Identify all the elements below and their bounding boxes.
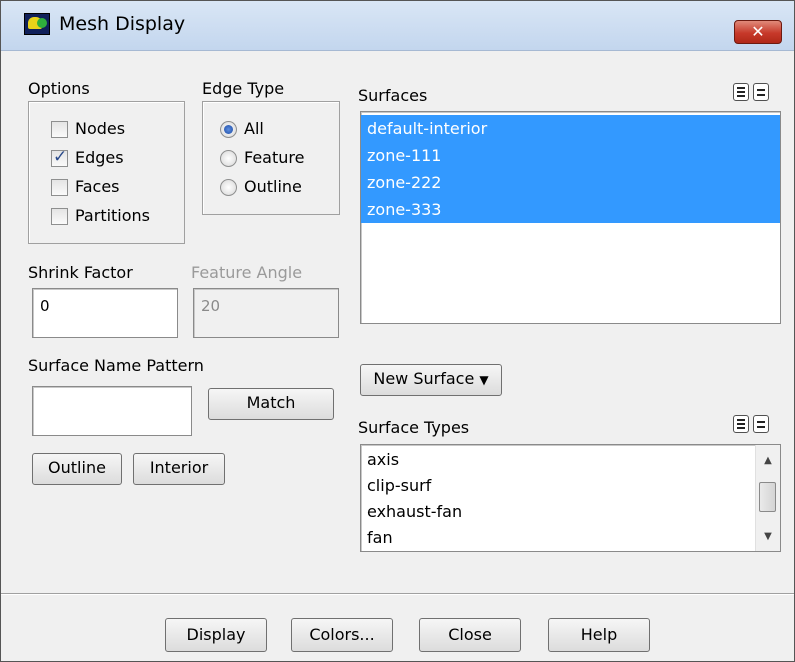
nodes-label: Nodes <box>75 119 126 138</box>
bottom-separator <box>1 593 794 595</box>
surfaces-label: Surfaces <box>358 86 428 105</box>
surface-item-zone-333[interactable]: zone-333 <box>361 196 780 223</box>
deselect-all-icon[interactable] <box>753 415 769 433</box>
dropdown-arrow-icon: ▼ <box>479 373 489 387</box>
match-button[interactable]: Match <box>208 388 334 420</box>
outline-label: Outline <box>244 177 302 196</box>
feature-angle-label: Feature Angle <box>191 263 303 282</box>
surface-types-scrollbar[interactable]: ▲ ▼ <box>755 445 780 551</box>
outline-button[interactable]: Outline <box>32 453 122 485</box>
surface-item-zone-111[interactable]: zone-111 <box>361 142 780 169</box>
deselect-all-icon[interactable] <box>753 83 769 101</box>
edge-type-group: All Feature Outline <box>202 101 340 215</box>
surface-type-exhaust-fan[interactable]: exhaust-fan <box>361 499 751 525</box>
select-all-icon[interactable] <box>733 83 749 101</box>
edges-checkbox[interactable] <box>51 147 68 167</box>
scroll-up-arrow-icon[interactable]: ▲ <box>756 449 780 473</box>
feature-label: Feature <box>244 148 305 167</box>
surface-item-default-interior[interactable]: default-interior <box>361 115 780 142</box>
surface-name-pattern-input[interactable] <box>32 386 192 436</box>
faces-label: Faces <box>75 177 120 196</box>
scroll-down-arrow-icon[interactable]: ▼ <box>756 525 780 549</box>
new-surface-label: New Surface <box>373 369 475 388</box>
interior-button[interactable]: Interior <box>133 453 225 485</box>
options-group: Nodes Edges Faces Partitions <box>28 101 185 244</box>
options-label: Options <box>28 79 90 98</box>
display-button[interactable]: Display <box>165 618 267 652</box>
surfaces-list[interactable]: default-interior zone-111 zone-222 zone-… <box>360 111 781 324</box>
shrink-factor-label: Shrink Factor <box>28 263 133 282</box>
feature-radio[interactable] <box>220 150 237 167</box>
outline-radio[interactable] <box>220 179 237 196</box>
partitions-checkbox[interactable] <box>51 208 68 225</box>
select-all-icon[interactable] <box>733 415 749 433</box>
title-bar[interactable]: Mesh Display ✕ <box>1 1 794 51</box>
edge-type-label: Edge Type <box>202 79 285 98</box>
close-button[interactable]: Close <box>419 618 521 652</box>
edges-label: Edges <box>75 148 124 167</box>
surface-types-label: Surface Types <box>358 418 470 437</box>
shrink-factor-input[interactable]: 0 <box>32 288 178 338</box>
window-title: Mesh Display <box>59 13 186 35</box>
all-radio[interactable] <box>220 121 237 138</box>
surface-name-pattern-label: Surface Name Pattern <box>28 356 204 375</box>
feature-angle-input[interactable]: 20 <box>193 288 339 338</box>
surface-item-zone-222[interactable]: zone-222 <box>361 169 780 196</box>
all-label: All <box>244 119 264 138</box>
faces-checkbox[interactable] <box>51 179 68 196</box>
partitions-label: Partitions <box>75 206 151 225</box>
nodes-checkbox[interactable] <box>51 121 68 138</box>
scroll-thumb[interactable] <box>759 482 776 512</box>
surface-types-list[interactable]: axis clip-surf exhaust-fan fan ▲ ▼ <box>360 444 781 552</box>
surface-type-axis[interactable]: axis <box>361 447 751 473</box>
help-button[interactable]: Help <box>548 618 650 652</box>
fluent-app-icon <box>24 13 50 35</box>
mesh-display-dialog: Mesh Display ✕ Options Nodes Edges Faces… <box>0 0 795 662</box>
window-close-button[interactable]: ✕ <box>734 20 782 44</box>
surface-type-fan[interactable]: fan <box>361 525 751 551</box>
new-surface-dropdown[interactable]: New Surface ▼ <box>360 364 502 396</box>
colors-button[interactable]: Colors... <box>291 618 393 652</box>
surface-type-clip-surf[interactable]: clip-surf <box>361 473 751 499</box>
